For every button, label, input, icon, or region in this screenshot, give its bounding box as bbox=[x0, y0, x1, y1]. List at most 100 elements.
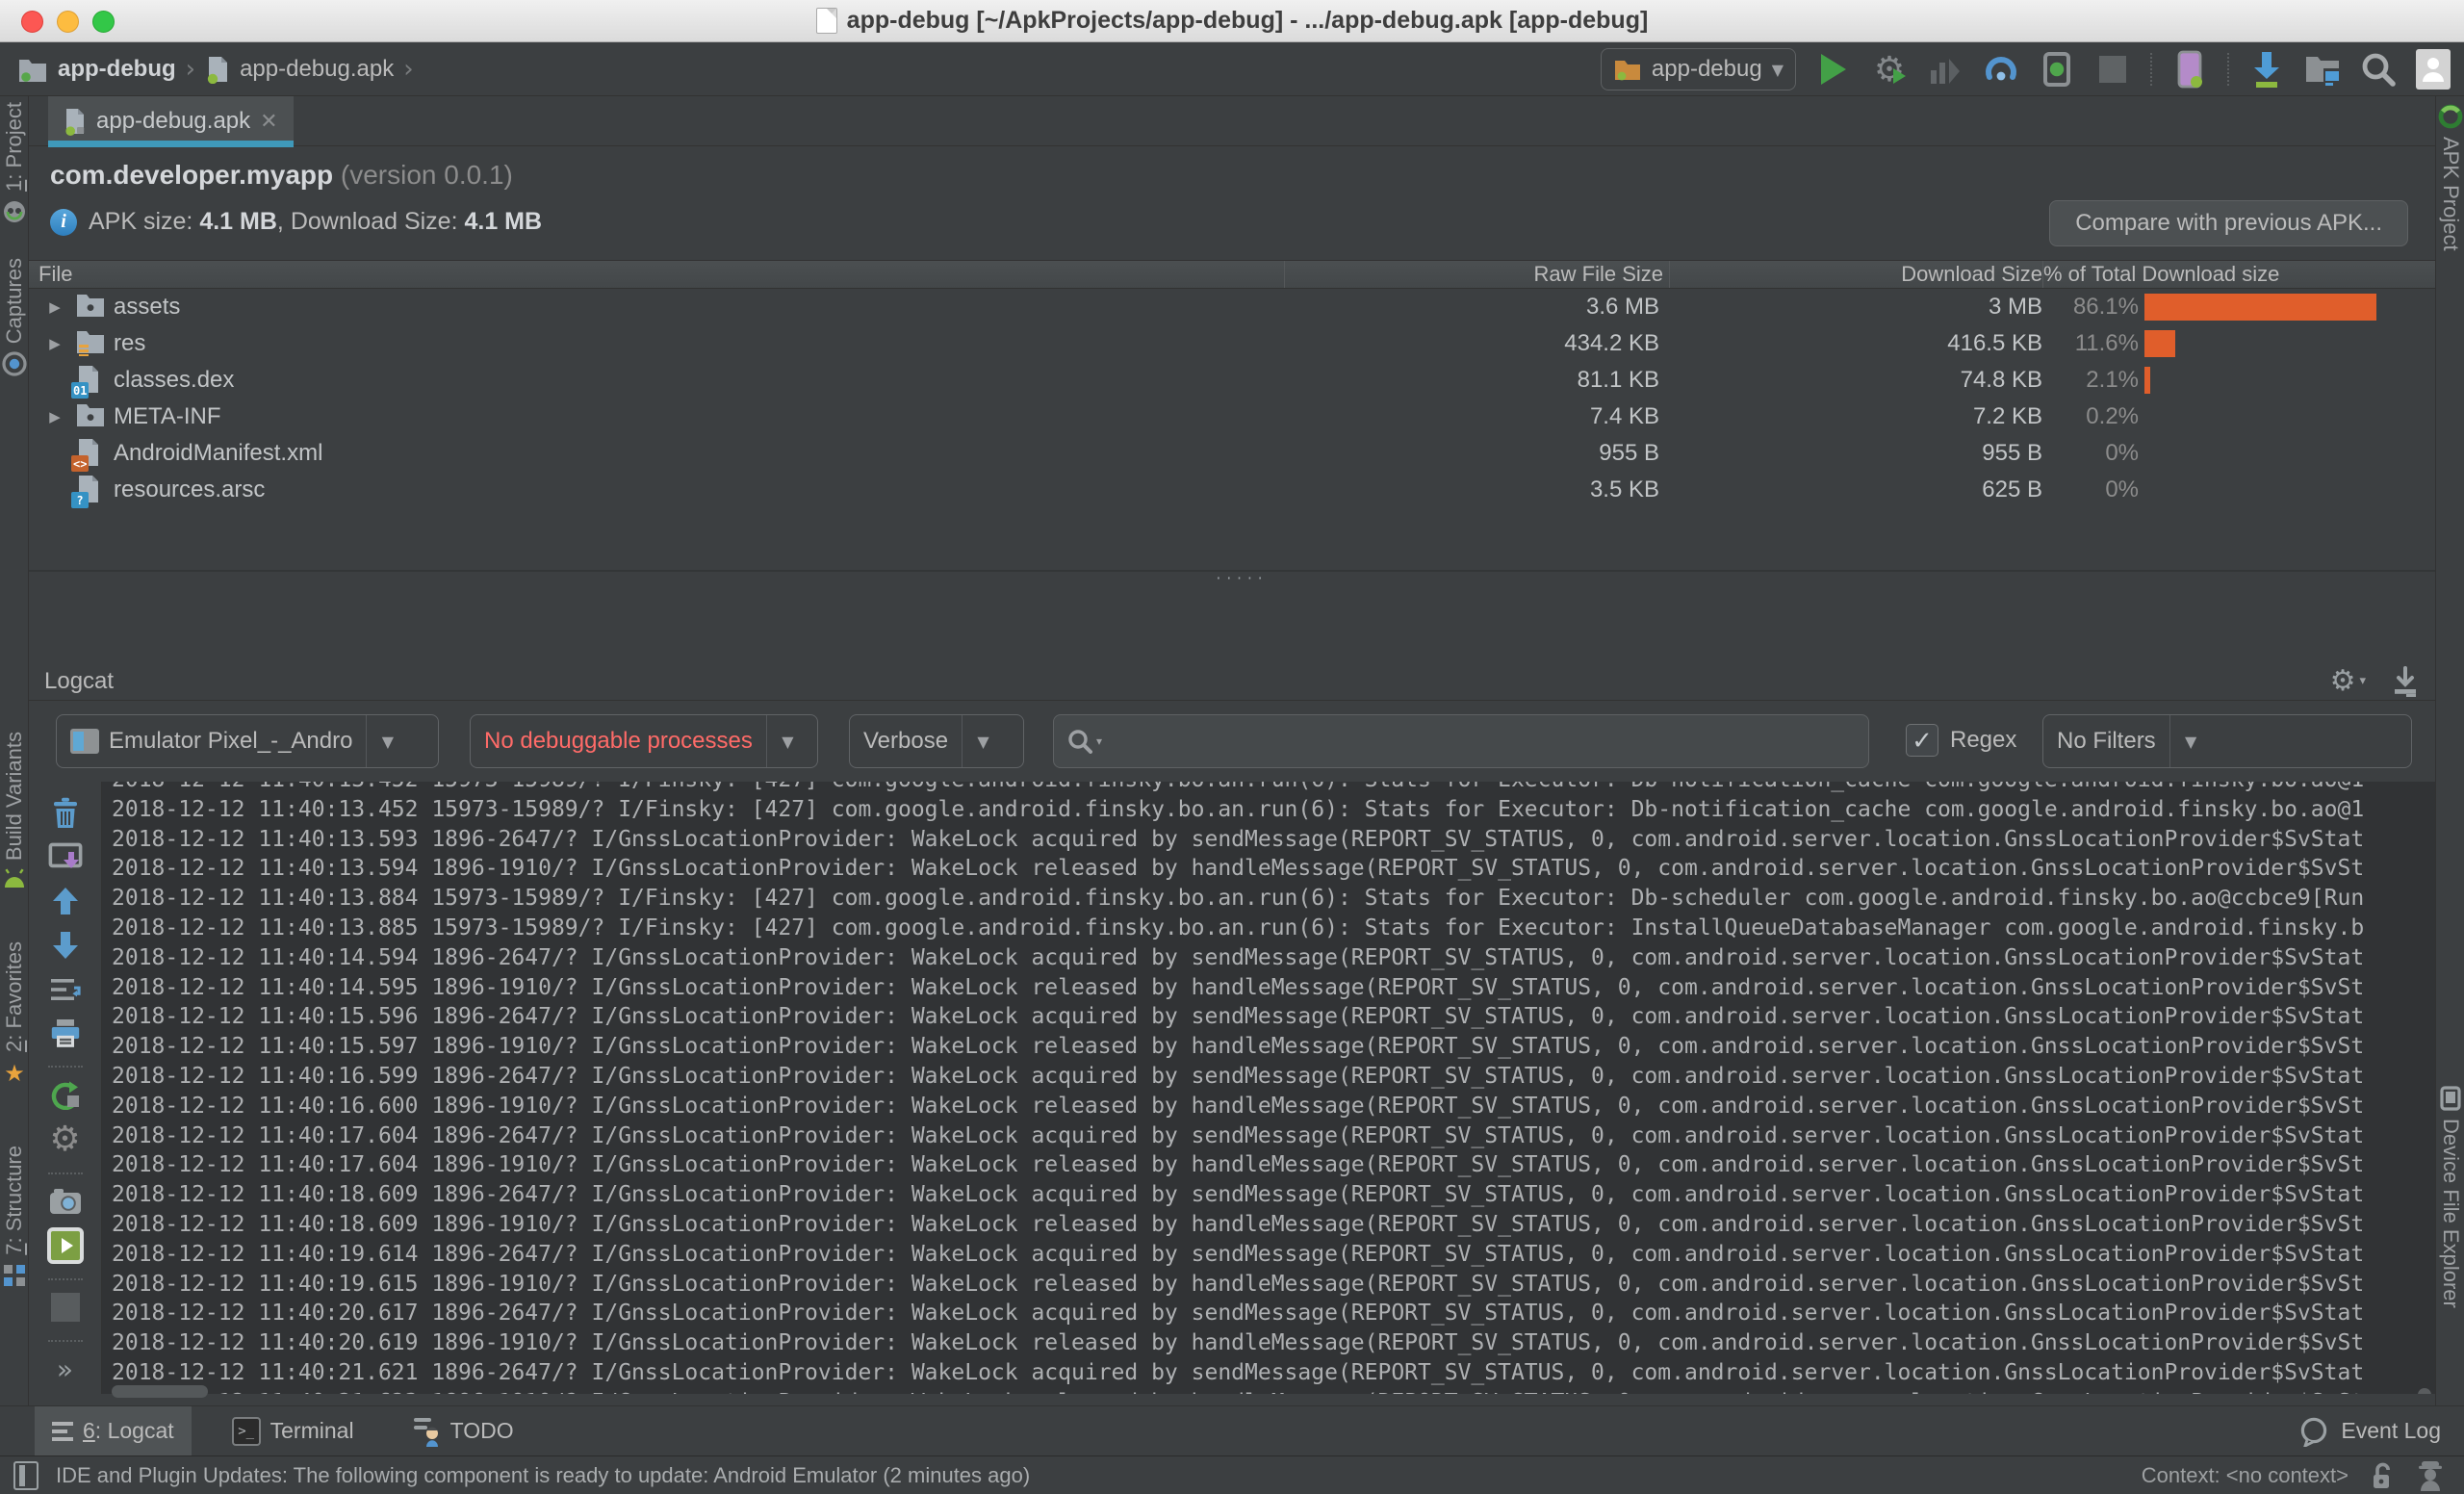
sidebar-item-structure[interactable]: 7: Structure bbox=[0, 1146, 29, 1288]
logcat-console[interactable]: 2018-12-12 11:40:13.452 15973-15989/? I/… bbox=[102, 782, 2435, 1394]
expand-arrow-icon[interactable]: ▶ bbox=[42, 408, 67, 425]
sdk-manager-button[interactable] bbox=[2248, 51, 2285, 88]
search-history-caret-icon[interactable]: ▾ bbox=[1096, 734, 1102, 748]
print-button[interactable] bbox=[44, 1015, 87, 1053]
gear-icon: ⚙ bbox=[2330, 664, 2356, 698]
tab-app-debug-apk[interactable]: app-debug.apk ✕ bbox=[48, 96, 294, 146]
event-log-button[interactable]: Event Log bbox=[2298, 1416, 2441, 1447]
sidebar-item-project[interactable]: 1: Project bbox=[0, 102, 29, 224]
import-log-icon bbox=[2391, 666, 2420, 697]
column-header-percent[interactable]: % of Total Download size bbox=[2042, 261, 2435, 288]
tab-todo[interactable]: TODO bbox=[395, 1406, 531, 1456]
filters-select[interactable]: No Filters ▼ bbox=[2042, 714, 2412, 768]
sidebar-item-favorites[interactable]: 2: Favorites ★ bbox=[0, 941, 29, 1087]
chevron-down-icon: ▼ bbox=[1772, 61, 1784, 79]
horizontal-scrollbar[interactable] bbox=[112, 1385, 208, 1398]
toolbar-divider bbox=[2227, 53, 2229, 86]
column-header-file[interactable]: File bbox=[29, 261, 1284, 288]
folder-icon bbox=[75, 291, 106, 323]
restart-logcat-button[interactable] bbox=[44, 1075, 87, 1114]
compare-apk-button[interactable]: Compare with previous APK... bbox=[2049, 200, 2408, 246]
table-row[interactable]: ▶ ? resources.arsc 3.5 KB 625 B 0% bbox=[29, 472, 2435, 508]
scroll-up-button[interactable] bbox=[44, 882, 87, 920]
apk-size-line: i APK size: 4.1 MB, Download Size: 4.1 M… bbox=[50, 208, 542, 236]
event-log-label: Event Log bbox=[2341, 1418, 2441, 1444]
process-select[interactable]: No debuggable processes ▼ bbox=[470, 714, 818, 768]
tab-terminal[interactable]: >_ Terminal bbox=[215, 1406, 372, 1456]
stop-button[interactable] bbox=[2094, 51, 2131, 88]
minimize-window-button[interactable] bbox=[57, 11, 79, 33]
apply-changes-button[interactable] bbox=[2039, 51, 2075, 88]
profiler-button[interactable] bbox=[1983, 51, 2019, 88]
expand-arrow-icon[interactable]: ▶ bbox=[42, 335, 67, 352]
close-icon[interactable]: ✕ bbox=[260, 110, 277, 134]
apk-file-icon bbox=[205, 55, 230, 84]
stop-disabled-button[interactable] bbox=[44, 1288, 87, 1327]
log-line: 2018-12-12 11:40:20.617 1896-2647/? I/Gn… bbox=[112, 1299, 2435, 1328]
table-row[interactable]: ▶ META-INF 7.4 KB 7.2 KB 0.2% bbox=[29, 399, 2435, 435]
stripe-label: Captures bbox=[2, 258, 27, 344]
close-window-button[interactable] bbox=[21, 11, 43, 33]
avd-manager-button[interactable] bbox=[2304, 51, 2341, 88]
logcat-settings-button[interactable]: ⚙ ▾ bbox=[2330, 664, 2366, 698]
more-actions-button[interactable]: » bbox=[44, 1350, 87, 1388]
log-line: 2018-12-12 11:40:14.595 1896-1910/? I/Gn… bbox=[112, 973, 2435, 1003]
sidebar-item-captures[interactable]: Captures bbox=[0, 258, 29, 376]
filters-label: No Filters bbox=[2057, 728, 2156, 755]
percent: 11.6% bbox=[2042, 330, 2139, 357]
table-row[interactable]: ▶ <> AndroidManifest.xml 955 B 955 B 0% bbox=[29, 435, 2435, 472]
log-line: 2018-12-12 11:40:13.884 15973-15989/? I/… bbox=[112, 884, 2435, 914]
splitter-grip-icon[interactable]: ····· bbox=[1215, 572, 1267, 586]
sidebar-item-build-variants[interactable]: Build Variants bbox=[0, 732, 29, 889]
sidebar-item-device-file-explorer[interactable]: Device File Explorer bbox=[2436, 1086, 2464, 1308]
logcat-settings-gear-button[interactable]: ⚙ bbox=[44, 1120, 87, 1159]
screenshot-button[interactable] bbox=[44, 1182, 87, 1221]
run-button[interactable] bbox=[1815, 51, 1852, 88]
log-level-select[interactable]: Verbose ▼ bbox=[849, 714, 1024, 768]
strip-divider bbox=[48, 1340, 83, 1342]
search-everywhere-button[interactable] bbox=[2360, 51, 2397, 88]
unlocked-padlock-icon[interactable] bbox=[2370, 1461, 2395, 1490]
sidebar-item-apk-project[interactable]: APK Project bbox=[2436, 104, 2464, 251]
log-line: 2018-12-12 11:40:19.615 1896-1910/? I/Gn… bbox=[112, 1270, 2435, 1300]
log-line: 2018-12-12 11:40:17.604 1896-2647/? I/Gn… bbox=[112, 1121, 2435, 1151]
expand-arrow-icon[interactable]: ▶ bbox=[42, 298, 67, 316]
run-configuration-select[interactable]: app-debug ▼ bbox=[1601, 48, 1796, 90]
table-row[interactable]: ▶ assets 3.6 MB 3 MB 86.1% bbox=[29, 289, 2435, 325]
terminal-icon: >_ bbox=[232, 1417, 261, 1446]
table-row[interactable]: ▶ res 434.2 KB 416.5 KB 11.6% bbox=[29, 325, 2435, 362]
context-label: Context: <no context> bbox=[2142, 1463, 2348, 1488]
clear-logcat-button[interactable] bbox=[44, 793, 87, 832]
logcat-export-button[interactable] bbox=[2391, 666, 2420, 697]
tab-label: 6: Logcat bbox=[83, 1418, 174, 1444]
screen-record-button[interactable] bbox=[44, 1226, 87, 1265]
breadcrumb-module[interactable]: app-debug bbox=[58, 56, 176, 83]
logcat-search-input[interactable]: ▾ bbox=[1053, 714, 1869, 768]
breadcrumb-file[interactable]: app-debug.apk bbox=[240, 56, 394, 83]
document-proxy-icon bbox=[816, 8, 837, 34]
raw-size: 3.6 MB bbox=[1284, 294, 1669, 321]
play-icon bbox=[1821, 54, 1846, 85]
regex-checkbox[interactable]: ✓ bbox=[1906, 724, 1938, 757]
zoom-window-button[interactable] bbox=[92, 11, 115, 33]
tab-logcat[interactable]: 6: Logcat bbox=[35, 1406, 192, 1456]
column-header-raw-size[interactable]: Raw File Size bbox=[1284, 261, 1669, 288]
inspections-profile-icon[interactable] bbox=[2416, 1459, 2445, 1492]
screen-record-icon bbox=[46, 1226, 85, 1265]
profile-avatar[interactable] bbox=[2416, 49, 2451, 90]
table-row[interactable]: ▶ 01 classes.dex 81.1 KB 74.8 KB 2.1% bbox=[29, 362, 2435, 399]
scroll-down-button[interactable] bbox=[44, 926, 87, 965]
stripe-label: 7: Structure bbox=[2, 1146, 27, 1255]
status-message[interactable]: IDE and Plugin Updates: The following co… bbox=[56, 1463, 1030, 1488]
profile-button[interactable] bbox=[1927, 51, 1964, 88]
stripe-label: APK Project bbox=[2438, 137, 2463, 251]
tool-window-toggle-icon[interactable] bbox=[13, 1461, 38, 1490]
device-select[interactable]: Emulator Pixel_-_Andro ▼ bbox=[56, 714, 439, 768]
debug-button[interactable]: ⚙ bbox=[1871, 51, 1908, 88]
stripe-label: 1: Project bbox=[2, 102, 27, 192]
scroll-to-end-button[interactable] bbox=[44, 837, 87, 876]
soft-wrap-button[interactable] bbox=[44, 970, 87, 1009]
attach-debugger-button[interactable] bbox=[2171, 51, 2208, 88]
column-header-download-size[interactable]: Download Size bbox=[1669, 261, 2042, 288]
left-tool-stripe: 1: Project Captures Build Variants 2: Fa… bbox=[0, 96, 29, 1405]
